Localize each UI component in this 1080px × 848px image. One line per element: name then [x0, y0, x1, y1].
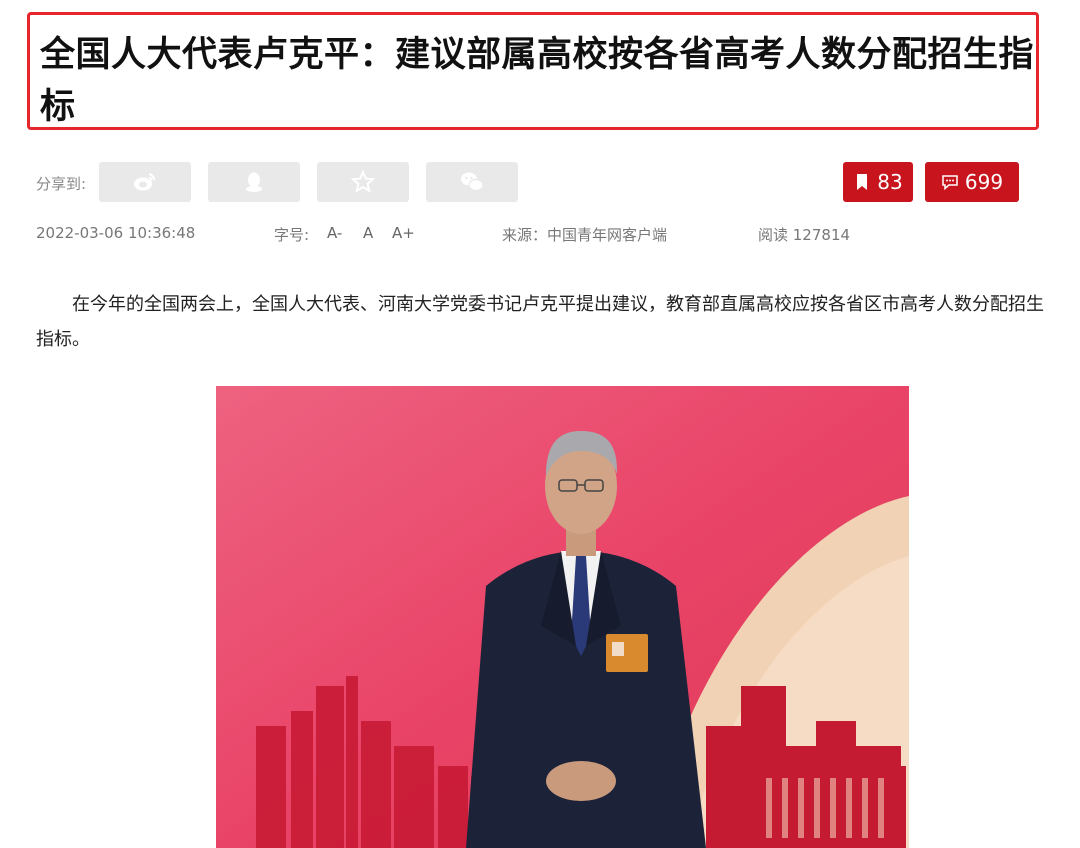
comment-count-button[interactable]: 699: [925, 162, 1019, 202]
wechat-icon: [461, 172, 484, 192]
article-paragraph: 在今年的全国两会上，全国人大代表、河南大学党委书记卢克平提出建议，教育部直属高校…: [36, 294, 1044, 350]
bookmark-count-button[interactable]: 83: [843, 162, 913, 202]
headline-box: 全国人大代表卢克平：建议部属高校按各省高考人数分配招生指标: [27, 12, 1039, 130]
font-size-decrease[interactable]: A-: [327, 224, 342, 242]
weibo-icon: [134, 173, 156, 191]
share-bar: 分享到: 83 699: [36, 162, 1026, 202]
bookmark-count: 83: [877, 170, 903, 194]
page-title: 全国人大代表卢克平：建议部属高校按各省高考人数分配招生指标: [40, 35, 1035, 127]
read-count: 阅读 127814: [758, 226, 851, 244]
comment-icon: [942, 175, 958, 191]
font-size-label: 字号:: [274, 226, 310, 244]
article-meta: 2022-03-06 10:36:48 字号: A- A A+ 来源：中国青年网…: [36, 224, 936, 244]
share-weibo-button[interactable]: [99, 162, 191, 202]
favorite-button[interactable]: [317, 162, 409, 202]
share-label: 分享到:: [36, 175, 87, 193]
font-size-normal[interactable]: A: [363, 224, 373, 242]
bookmark-icon: [857, 174, 868, 190]
article-source: 来源：中国青年网客户端: [502, 226, 668, 244]
article-photo: [216, 386, 909, 848]
qq-icon: [246, 172, 262, 192]
portrait-illustration: [216, 386, 909, 848]
comment-count: 699: [964, 170, 1004, 194]
share-qq-button[interactable]: [208, 162, 300, 202]
share-wechat-button[interactable]: [426, 162, 518, 202]
favorite-star-icon: [350, 169, 376, 193]
font-size-increase[interactable]: A+: [392, 224, 415, 242]
publish-date: 2022-03-06 10:36:48: [36, 224, 196, 242]
